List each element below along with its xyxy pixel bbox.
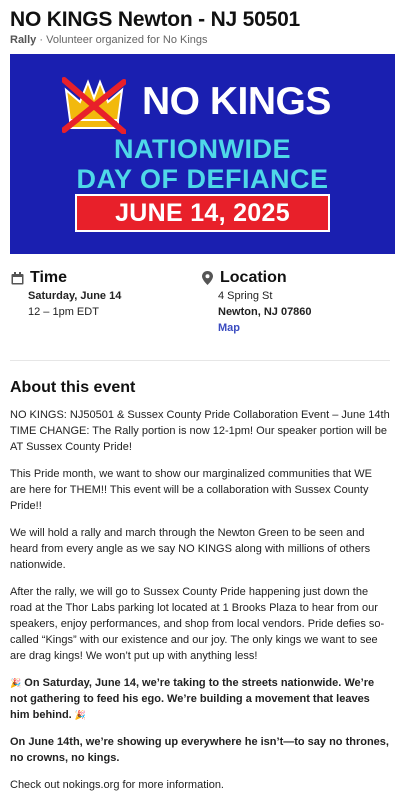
- time-section: Time Saturday, June 14 12 – 1pm EDT: [10, 268, 200, 358]
- banner-line-1: NATIONWIDE: [114, 134, 291, 164]
- about-paragraph-6: On June 14th, we’re showing up everywher…: [10, 736, 389, 764]
- location-street: 4 Spring St: [218, 290, 273, 302]
- time-date: Saturday, June 14: [28, 290, 122, 302]
- banner-date-box: JUNE 14, 2025: [75, 194, 330, 232]
- section-divider: [10, 360, 390, 361]
- event-info: Time Saturday, June 14 12 – 1pm EDT Loca…: [10, 268, 390, 358]
- banner-line-2: DAY OF DEFIANCE: [76, 164, 329, 194]
- about-paragraph-7: Check out nokings.org for more informati…: [10, 779, 224, 791]
- about-paragraph-3: We will hold a rally and march through t…: [10, 527, 371, 571]
- event-banner: NO KINGS NATIONWIDE DAY OF DEFIANCE JUNE…: [10, 54, 395, 254]
- organizer-text: Volunteer organized for No Kings: [46, 34, 208, 46]
- location-city: Newton, NJ 07860: [218, 306, 312, 318]
- event-page: NO KINGS Newton - NJ 50501 Rally · Volun…: [0, 0, 400, 800]
- location-heading: Location: [220, 269, 287, 286]
- about-paragraph-4: After the rally, we will go to Sussex Co…: [10, 586, 385, 662]
- party-popper-icon: 🎉: [10, 678, 22, 688]
- time-hours: 12 – 1pm EDT: [28, 306, 99, 318]
- about-paragraph-2: This Pride month, we want to show our ma…: [10, 468, 372, 512]
- time-heading: Time: [30, 269, 68, 286]
- about-paragraph-5-text: On Saturday, June 14, we’re taking to th…: [10, 677, 375, 721]
- about-heading: About this event: [10, 379, 136, 396]
- banner-headline: NO KINGS: [142, 80, 331, 123]
- banner-date: JUNE 14, 2025: [115, 198, 290, 227]
- page-title: NO KINGS Newton - NJ 50501: [10, 8, 301, 31]
- party-popper-icon: 🎉: [74, 710, 87, 720]
- location-section: Location 4 Spring St Newton, NJ 07860 Ma…: [200, 268, 390, 358]
- map-link[interactable]: Map: [218, 320, 390, 336]
- event-kind: Rally: [10, 34, 37, 46]
- about-paragraph-1: NO KINGS: NJ50501 & Sussex County Pride …: [10, 409, 390, 453]
- event-subtitle: Rally · Volunteer organized for No Kings: [10, 34, 390, 54]
- calendar-icon: [10, 271, 24, 285]
- crown-logo-icon: [62, 77, 126, 134]
- about-paragraph-5: 🎉 On Saturday, June 14, we’re taking to …: [10, 675, 390, 723]
- map-pin-icon: [200, 271, 214, 285]
